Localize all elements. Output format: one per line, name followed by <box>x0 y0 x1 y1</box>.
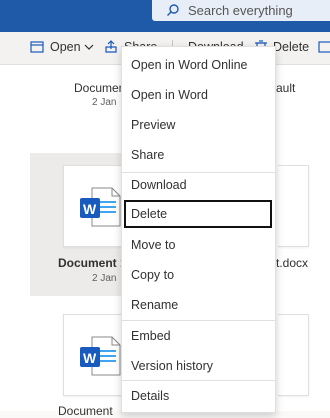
menu-item-open-in-word[interactable]: Open in Word <box>122 81 275 109</box>
menu-item-details[interactable]: Details <box>122 382 275 410</box>
search-icon <box>167 4 179 16</box>
menu-item-preview[interactable]: Preview <box>122 111 275 139</box>
menu-item-copy-to[interactable]: Copy to <box>122 261 275 289</box>
menu-item-download[interactable]: Download <box>122 171 275 199</box>
tile-name[interactable]: Document 1. <box>58 256 130 270</box>
menu-divider <box>122 380 275 381</box>
word-letter: W <box>83 350 97 366</box>
more-commands-icon[interactable] <box>318 40 330 54</box>
tile-name[interactable]: t.docx <box>276 256 308 270</box>
tile-date: 2 Jan <box>92 97 117 108</box>
open-icon <box>30 41 44 53</box>
delete-button[interactable]: Delete <box>273 40 309 54</box>
tile-name[interactable]: Document <box>58 404 113 418</box>
menu-item-move-to[interactable]: Move to <box>122 231 275 259</box>
search-placeholder: Search everything <box>188 3 293 18</box>
menu-item-open-in-word-online[interactable]: Open in Word Online <box>122 51 275 79</box>
menu-divider <box>122 320 275 321</box>
file-thumbnail[interactable] <box>278 314 309 396</box>
menu-item-share[interactable]: Share <box>122 141 275 169</box>
menu-item-rename[interactable]: Rename <box>122 291 275 319</box>
menu-item-embed[interactable]: Embed <box>122 322 275 350</box>
file-thumbnail[interactable]: W <box>63 314 123 396</box>
file-thumbnail[interactable] <box>278 165 309 247</box>
menu-item-version-history[interactable]: Version history <box>122 352 275 380</box>
open-button[interactable]: Open <box>50 40 81 54</box>
top-bar: Search everything <box>0 0 330 32</box>
menu-item-delete[interactable]: Delete <box>124 200 272 228</box>
search-box[interactable]: Search everything <box>152 0 330 21</box>
context-menu: Open in Word Online Open in Word Preview… <box>121 46 276 413</box>
tile-date: 2 Jan <box>92 273 117 284</box>
share-icon <box>105 40 117 53</box>
word-letter: W <box>83 201 97 217</box>
chevron-down-icon[interactable] <box>84 40 94 54</box>
file-thumbnail[interactable]: W <box>63 165 123 247</box>
tile-name[interactable]: ault <box>276 81 295 95</box>
